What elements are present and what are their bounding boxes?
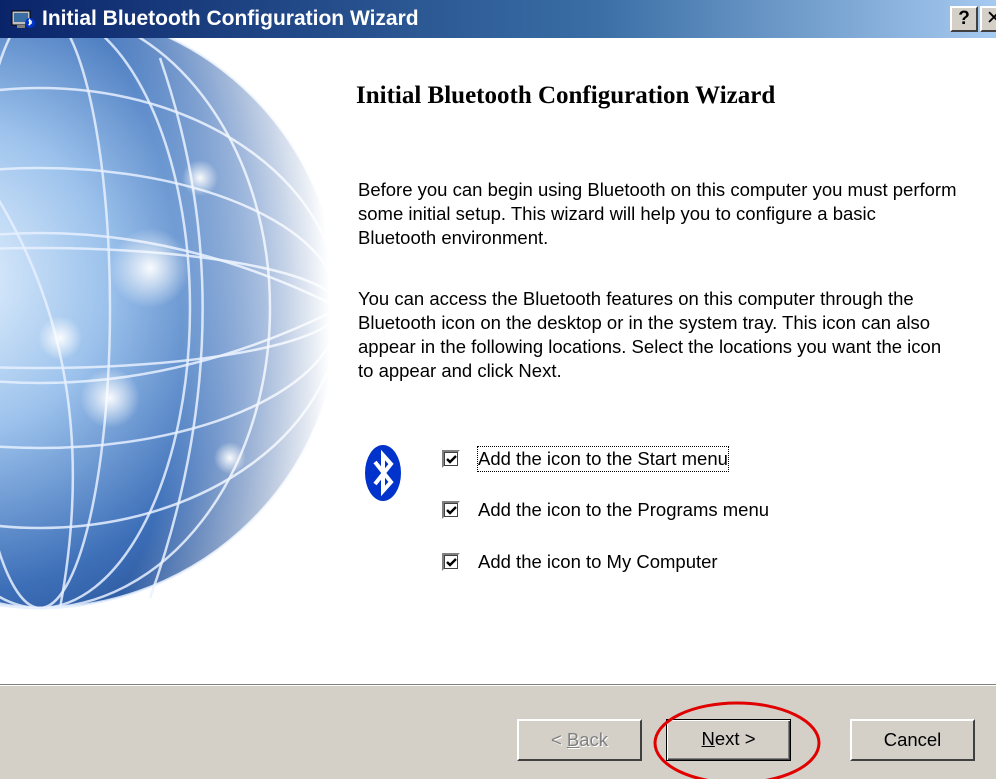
programs-menu-checkbox[interactable] — [442, 501, 460, 519]
option-programs-menu[interactable]: Add the icon to the Programs menu — [442, 496, 769, 524]
next-label-rest: ext > — [714, 728, 756, 749]
close-button[interactable]: ✕ — [980, 6, 996, 32]
wizard-art-panel — [0, 38, 330, 684]
programs-menu-label[interactable]: Add the icon to the Programs menu — [478, 498, 769, 522]
intro-paragraph: Before you can begin using Bluetooth on … — [358, 179, 957, 248]
start-menu-label[interactable]: Add the icon to the Start menu — [477, 446, 729, 472]
bluetooth-wizard-icon — [11, 10, 35, 28]
help-button[interactable]: ? — [950, 6, 978, 32]
instructions-paragraph: You can access the Bluetooth features on… — [358, 288, 942, 381]
cancel-button[interactable]: Cancel — [850, 719, 975, 761]
bluetooth-icon — [365, 445, 401, 501]
my-computer-checkbox[interactable] — [442, 553, 460, 571]
back-label-rest: ack — [579, 729, 609, 750]
back-button[interactable]: < Back — [517, 719, 642, 761]
next-mnemonic: N — [701, 728, 715, 749]
globe-illustration — [0, 38, 330, 684]
window-title: Initial Bluetooth Configuration Wizard — [42, 7, 419, 30]
back-mnemonic: B — [566, 729, 580, 750]
start-menu-checkbox[interactable] — [442, 450, 460, 468]
my-computer-label[interactable]: Add the icon to My Computer — [478, 550, 718, 574]
back-label-prefix: < — [550, 729, 567, 750]
title-bar[interactable]: Initial Bluetooth Configuration Wizard ?… — [0, 0, 996, 38]
option-start-menu[interactable]: Add the icon to the Start menu — [442, 445, 729, 473]
button-bar — [0, 686, 996, 779]
wizard-heading: Initial Bluetooth Configuration Wizard — [356, 82, 776, 109]
option-my-computer[interactable]: Add the icon to My Computer — [442, 548, 718, 576]
next-button[interactable]: Next > — [666, 719, 791, 761]
wizard-window: Initial Bluetooth Configuration Wizard ?… — [0, 0, 996, 779]
